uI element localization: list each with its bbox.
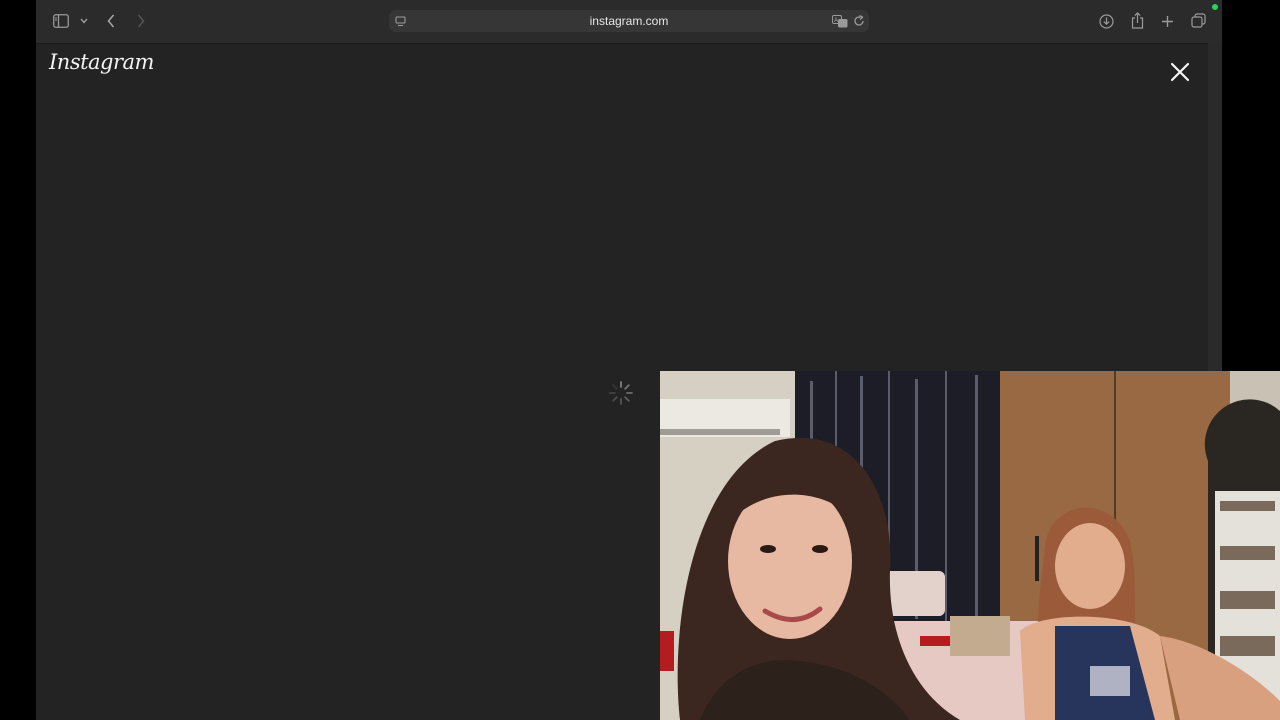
close-icon[interactable]	[1166, 58, 1194, 86]
back-icon[interactable]	[103, 12, 119, 30]
instagram-logo[interactable]: Instagram	[49, 50, 154, 74]
download-icon[interactable]	[1098, 12, 1114, 30]
tab-overview-icon[interactable]	[1190, 12, 1207, 29]
camera-indicator-dot	[1212, 4, 1218, 10]
url-text: instagram.com	[589, 14, 669, 28]
sidebar-icon[interactable]	[52, 12, 70, 30]
browser-toolbar: instagram.com A	[36, 0, 1222, 44]
picture-in-picture-video[interactable]	[660, 371, 1280, 720]
translate-icon[interactable]: A	[832, 13, 848, 29]
spinner-icon	[608, 380, 634, 406]
forward-icon[interactable]	[133, 12, 149, 30]
chevron-down-icon[interactable]	[78, 15, 90, 27]
reload-icon[interactable]	[852, 14, 866, 28]
share-icon[interactable]	[1129, 11, 1145, 30]
new-tab-icon[interactable]	[1159, 13, 1175, 29]
address-bar[interactable]: instagram.com A	[389, 10, 869, 32]
